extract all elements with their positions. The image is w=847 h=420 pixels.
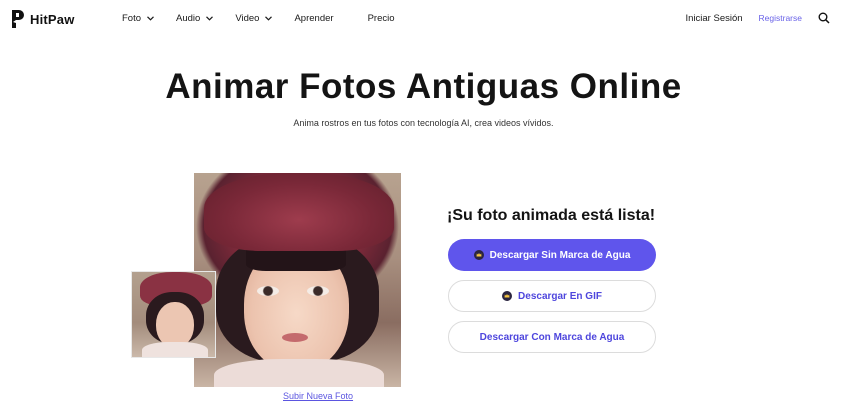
chevron-down-icon bbox=[265, 16, 273, 21]
hitpaw-logo-icon bbox=[12, 10, 24, 28]
chevron-down-icon bbox=[147, 16, 154, 21]
crown-icon bbox=[502, 291, 513, 301]
nav-item-foto[interactable]: Foto bbox=[122, 13, 154, 24]
original-photo-thumbnail bbox=[131, 271, 216, 358]
logo-text: HitPaw bbox=[30, 11, 75, 27]
download-gif-button[interactable]: Descargar En GIF bbox=[448, 280, 656, 312]
nav-item-video[interactable]: Video bbox=[235, 13, 273, 24]
header-actions: Iniciar Sesión Registrarse bbox=[686, 12, 831, 24]
nav-item-label: Precio bbox=[367, 13, 395, 24]
nav-item-aprender[interactable]: Aprender bbox=[294, 13, 333, 24]
search-icon[interactable] bbox=[818, 12, 830, 24]
page-subtitle: Anima rostros en tus fotos con tecnologí… bbox=[293, 118, 554, 128]
nav-item-label: Aprender bbox=[294, 13, 334, 24]
page-title: Animar Fotos Antiguas Online bbox=[165, 67, 682, 106]
button-label: Descargar Con Marca de Agua bbox=[479, 331, 625, 343]
nav-item-label: Foto bbox=[122, 13, 142, 24]
main-nav: Foto Audio Video Aprender Precio bbox=[122, 13, 429, 24]
download-with-watermark-button[interactable]: Descargar Con Marca de Agua bbox=[448, 321, 656, 353]
button-label: Descargar En GIF bbox=[518, 290, 602, 302]
logo[interactable]: HitPaw bbox=[10, 8, 75, 30]
download-no-watermark-button[interactable]: Descargar Sin Marca de Agua bbox=[448, 239, 656, 271]
crown-icon bbox=[473, 250, 484, 260]
result-ready-heading: ¡Su foto animada está lista! bbox=[447, 207, 656, 224]
animated-photo-preview bbox=[194, 173, 401, 387]
chevron-down-icon bbox=[206, 16, 214, 21]
login-link[interactable]: Iniciar Sesión bbox=[686, 13, 743, 24]
upload-new-photo-link[interactable]: Subir Nueva Foto bbox=[283, 391, 353, 401]
register-link[interactable]: Registrarse bbox=[759, 13, 802, 23]
nav-item-audio[interactable]: Audio bbox=[176, 13, 214, 24]
site-header: HitPaw Foto Audio Video Aprender Precio … bbox=[0, 0, 847, 40]
nav-item-label: Video bbox=[235, 13, 260, 24]
button-label: Descargar Sin Marca de Agua bbox=[489, 249, 631, 261]
nav-item-precio[interactable]: Precio bbox=[368, 13, 395, 24]
nav-item-label: Audio bbox=[176, 13, 201, 24]
